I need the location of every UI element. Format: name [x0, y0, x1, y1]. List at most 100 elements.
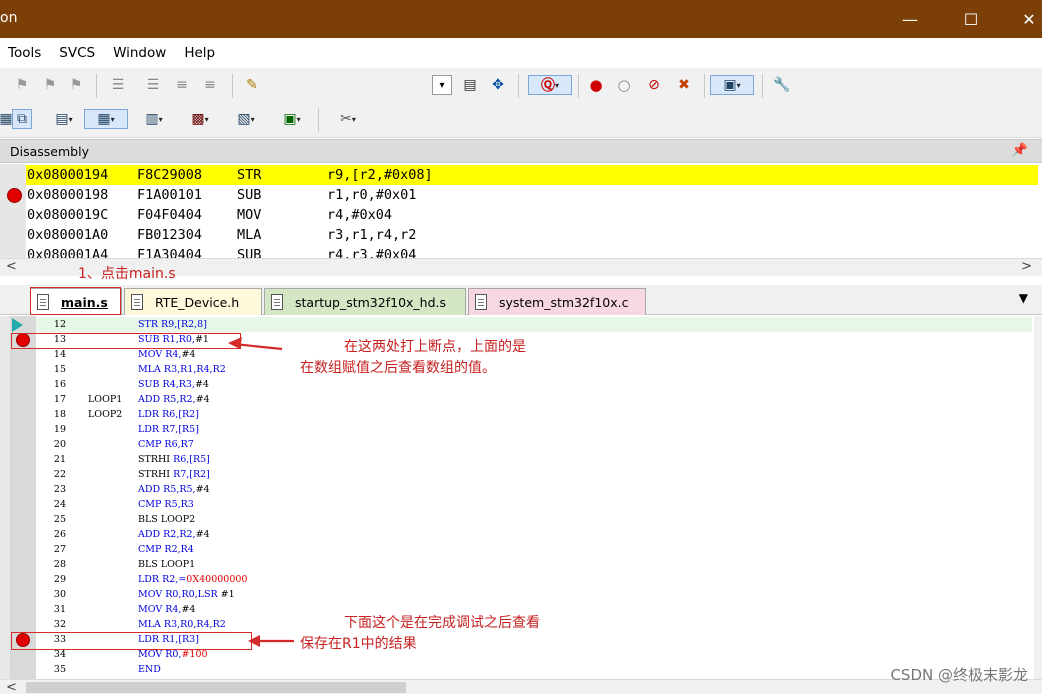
- code-token: R2,R2,: [163, 529, 196, 540]
- breakpoint-marker[interactable]: [7, 188, 22, 203]
- tab-startup-s[interactable]: startup_stm32f10x_hd.s: [264, 288, 466, 315]
- scroll-left-icon[interactable]: <: [6, 680, 17, 694]
- editor-vertical-scrollbar[interactable]: [1034, 316, 1042, 680]
- code-token: LSR: [197, 589, 221, 600]
- window-layout-button[interactable]: ▣ ▾: [710, 75, 754, 95]
- line-number: 18: [53, 409, 66, 420]
- disassembly-gutter[interactable]: [0, 164, 26, 259]
- code-token: 0X40000000: [186, 574, 248, 585]
- code-line[interactable]: 20 CMP R6,R7: [36, 437, 1032, 452]
- code-line[interactable]: 21 STRHI R6,[R5]: [36, 452, 1032, 467]
- breakpoint-icon[interactable]: ●: [586, 75, 606, 95]
- next-bookmark-icon[interactable]: ⚑: [66, 75, 86, 95]
- unindent-icon[interactable]: ☰: [143, 75, 163, 95]
- document-icon: [475, 294, 487, 310]
- target-dropdown[interactable]: ▾: [432, 75, 452, 95]
- tab-list-dropdown-icon[interactable]: ▼: [1019, 291, 1028, 305]
- code-line[interactable]: 22 STRHI R7,[R2]: [36, 467, 1032, 482]
- maximize-button[interactable]: ☐: [948, 0, 994, 38]
- build-toolbar: ⚑ ⚑ ⚑ ☰ ☰ ≡ ≡ ✎ ▾ ▤ ✥ Ⓠ ▾ ● ○ ⊘ ✖ ▣ ▾ 🔧: [0, 68, 1042, 104]
- breakpoint-gutter[interactable]: [10, 316, 36, 680]
- indent-icon[interactable]: ☰: [108, 75, 128, 95]
- code-line[interactable]: 27 CMP R2,R4: [36, 542, 1032, 557]
- code-line[interactable]: 12 STR R9,[R2,8]: [36, 317, 1032, 332]
- line-number: 24: [53, 499, 66, 510]
- editor-tabs: main.s RTE_Device.h startup_stm32f10x_hd…: [0, 285, 1042, 315]
- manage-icon[interactable]: ✥: [488, 75, 508, 95]
- code-token: R4,R3,: [162, 379, 195, 390]
- code-line[interactable]: 28 BLS LOOP1: [36, 557, 1032, 572]
- line-number: 22: [53, 469, 66, 480]
- code-line[interactable]: 25 BLS LOOP2: [36, 512, 1032, 527]
- disassembly-view[interactable]: 0x08000194 F8C29008 STR r9,[r2,#0x08] 0x080…: [0, 164, 1042, 259]
- line-number: 21: [53, 454, 66, 465]
- code-token: R6,R7: [164, 439, 194, 450]
- code-text: CMP R6,R7: [138, 437, 194, 452]
- kill-breakpoints-icon[interactable]: ⊘: [644, 75, 664, 95]
- code-line[interactable]: 17 LOOP1 ADD R5,R2,#4: [36, 392, 1032, 407]
- disassembly-window-icon[interactable]: ⧉: [12, 109, 32, 129]
- code-text: END: [138, 662, 161, 677]
- symbols-window-button[interactable]: ▤ ▾: [44, 109, 84, 129]
- bookmark-icon[interactable]: ⚑: [12, 75, 32, 95]
- comment-icon[interactable]: ≡: [172, 75, 192, 95]
- menu-svcs[interactable]: SVCS: [50, 45, 104, 61]
- code-line[interactable]: 19 LDR R7,[R5]: [36, 422, 1032, 437]
- call-stack-button[interactable]: ▥ ▾: [134, 109, 174, 129]
- code-token: LOOP1: [160, 559, 196, 570]
- code-line[interactable]: 29 LDR R2,=0X40000000: [36, 572, 1032, 587]
- disable-breakpoint-icon[interactable]: ○: [614, 75, 634, 95]
- menu-window[interactable]: Window: [104, 45, 175, 61]
- disasm-line[interactable]: 0x08000198 F1A00101 SUB r1,r0,#0x01: [26, 185, 1038, 205]
- memory-window-button[interactable]: ▧ ▾: [226, 109, 266, 129]
- code-line[interactable]: 16 SUB R4,R3,#4: [36, 377, 1032, 392]
- code-token: BLS: [138, 559, 161, 570]
- code-text: MLA R3,R1,R4,R2: [138, 362, 226, 377]
- code-token: STRHI: [138, 454, 174, 465]
- toolbox-button[interactable]: ✂ ▾: [328, 109, 368, 129]
- code-line[interactable]: 24 CMP R5,R3: [36, 497, 1032, 512]
- pin-icon[interactable]: 📌: [1012, 143, 1028, 158]
- code-token: R3,R1,R4,R2: [163, 364, 226, 375]
- code-token: ADD: [138, 529, 164, 540]
- find-in-files-icon[interactable]: ✎: [242, 75, 262, 95]
- disasm-line[interactable]: 0x0800019C F04F0404 MOV r4,#0x04: [26, 205, 1038, 225]
- disasm-line-current[interactable]: 0x08000194 F8C29008 STR r9,[r2,#0x08]: [26, 165, 1038, 185]
- code-line[interactable]: 26 ADD R2,R2,#4: [36, 527, 1032, 542]
- minimize-button[interactable]: —: [887, 0, 933, 38]
- menu-tools[interactable]: Tools: [0, 45, 50, 61]
- close-button[interactable]: ✕: [1006, 0, 1042, 38]
- registers-window-button[interactable]: ▦ ▾: [84, 109, 128, 129]
- scroll-thumb[interactable]: [26, 682, 406, 693]
- uncomment-icon[interactable]: ≡: [200, 75, 220, 95]
- wrench-icon[interactable]: 🔧: [772, 75, 792, 95]
- disasm-line[interactable]: 0x080001A4 F1A30404 SUB r4,r3,#0x04: [26, 245, 1038, 259]
- tab-system-c[interactable]: system_stm32f10x.c: [468, 288, 646, 315]
- prev-bookmark-icon[interactable]: ⚑: [40, 75, 60, 95]
- code-token: CMP: [138, 499, 165, 510]
- code-text: ADD R2,R2,#4: [138, 527, 210, 542]
- options-icon[interactable]: ▤: [460, 75, 480, 95]
- code-line[interactable]: 15 MLA R3,R1,R4,R2: [36, 362, 1032, 377]
- disasm-line[interactable]: 0x080001A0 FB012304 MLA r3,r1,r4,r2: [26, 225, 1038, 245]
- tab-rte-device-h[interactable]: RTE_Device.h: [124, 288, 262, 315]
- serial-window-button[interactable]: ▣ ▾: [272, 109, 312, 129]
- watch-window-button[interactable]: ▩ ▾: [180, 109, 220, 129]
- code-token: #4: [195, 394, 210, 405]
- code-line[interactable]: 30 MOV R0,R0,LSR #1: [36, 587, 1032, 602]
- editor-scrollbar[interactable]: <: [0, 679, 1042, 694]
- annotation-top-line2: 在数组赋值之后查看数组的值。: [300, 360, 496, 376]
- enable-all-icon[interactable]: ✖: [674, 75, 694, 95]
- code-line[interactable]: 35 END: [36, 662, 1032, 677]
- code-line[interactable]: 23 ADD R5,R5,#4: [36, 482, 1032, 497]
- scroll-right-icon[interactable]: >: [1021, 259, 1032, 274]
- annotation-step1: 1、点击main.s: [78, 266, 176, 282]
- menu-help[interactable]: Help: [175, 45, 224, 61]
- highlight-box-line-13: [11, 333, 241, 349]
- debug-button[interactable]: Ⓠ ▾: [528, 75, 572, 95]
- line-number: 30: [53, 589, 66, 600]
- code-line[interactable]: 18 LOOP2 LDR R6,[R2]: [36, 407, 1032, 422]
- scroll-left-icon[interactable]: <: [6, 259, 17, 274]
- code-line[interactable]: 14 MOV R4,#4: [36, 347, 1032, 362]
- annotation-bottom-line1: 下面这个是在完成调试之后查看: [344, 615, 540, 631]
